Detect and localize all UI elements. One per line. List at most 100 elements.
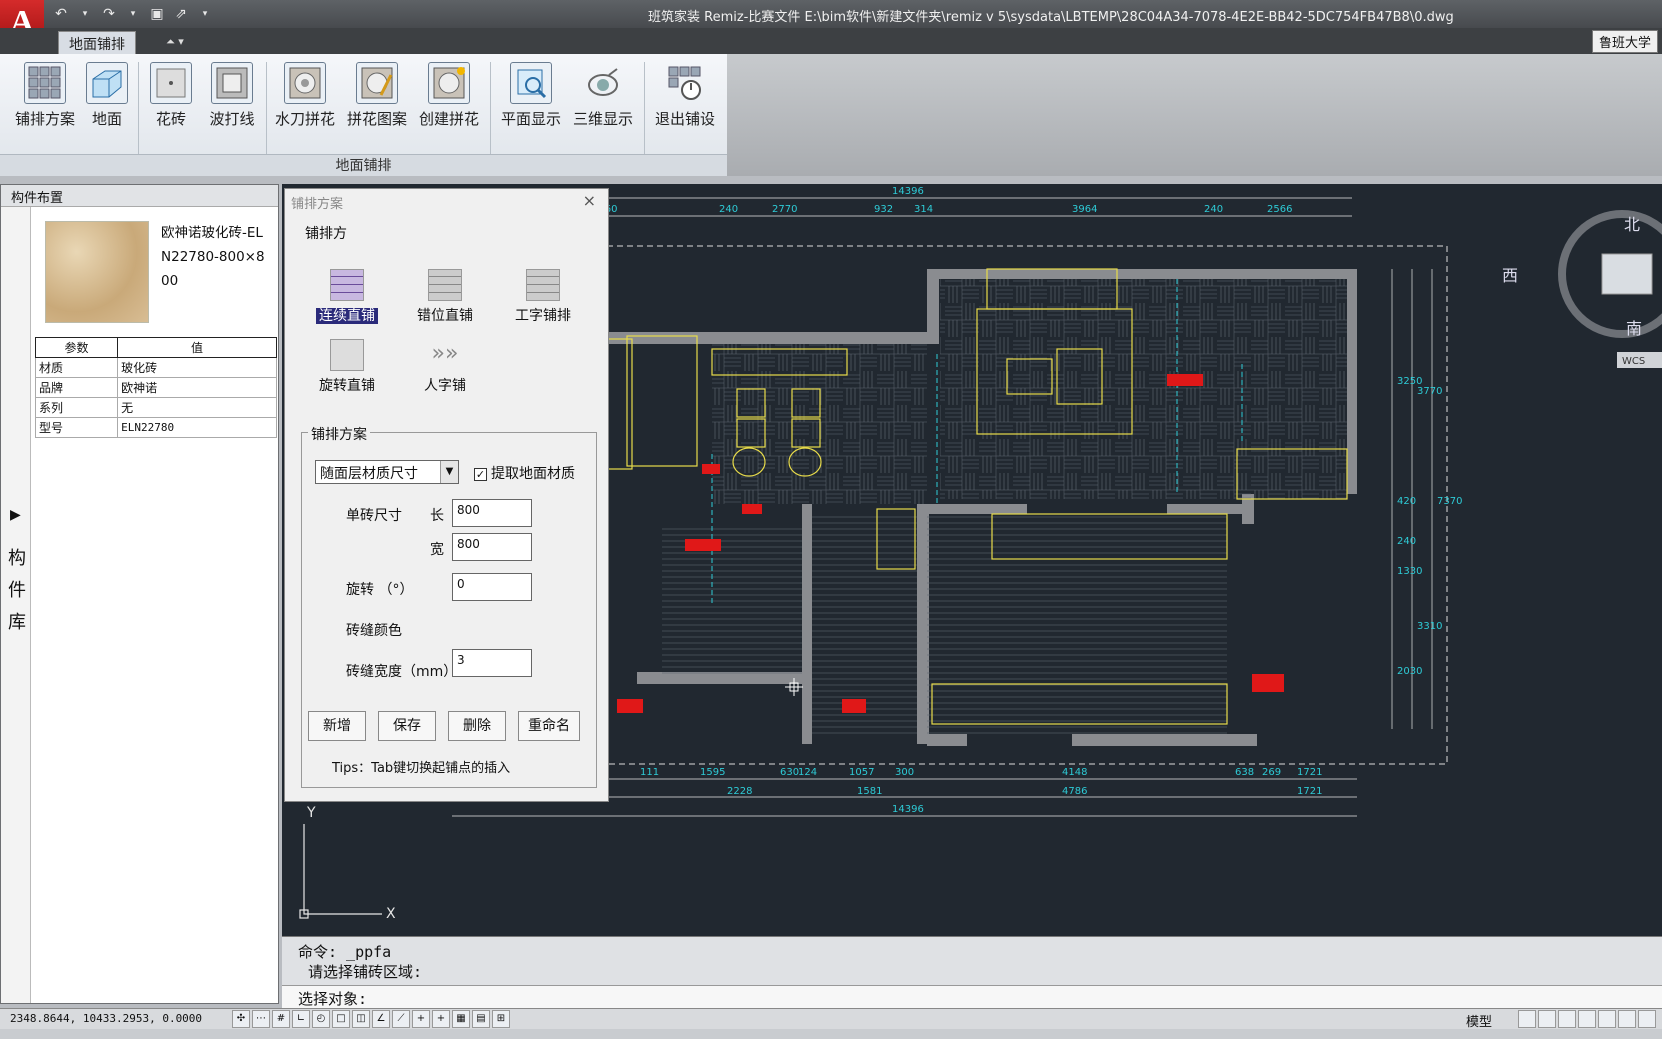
grid-toggle-icon[interactable]: # <box>272 1010 290 1028</box>
ribbon-separator <box>644 62 645 154</box>
model-space-button[interactable]: 模型 <box>1466 1011 1492 1030</box>
new-button[interactable]: 新增 <box>308 711 366 741</box>
command-input[interactable]: 选择对象: <box>282 985 1662 1009</box>
quickview-icon[interactable] <box>1558 1010 1576 1028</box>
close-icon[interactable]: × <box>583 191 596 210</box>
delete-button[interactable]: 删除 <box>448 711 506 741</box>
cell[interactable]: 欧神诺 <box>117 377 277 398</box>
plot-icon[interactable]: ▣ <box>148 4 166 24</box>
ribbon-button-waterjet[interactable]: 水刀拼花 <box>272 62 338 129</box>
cell[interactable]: 玻化砖 <box>117 357 277 378</box>
transparency-icon[interactable]: ▦ <box>452 1010 470 1028</box>
dyn-icon[interactable]: + <box>412 1010 430 1028</box>
workspace-dropdown-icon[interactable]: ⏶ ▾ <box>166 35 200 49</box>
tile-icon <box>150 62 192 104</box>
scheme-continuous[interactable]: 连续直铺 <box>315 269 379 325</box>
ribbon-button-plan-view[interactable]: 平面显示 <box>498 62 564 129</box>
extract-material-checkbox[interactable]: ✓ 提取地面材质 <box>474 463 575 483</box>
undo-icon[interactable]: ↶ <box>52 4 70 24</box>
offset-tile-icon <box>428 269 462 301</box>
joint-width-input[interactable]: 3 <box>452 649 532 677</box>
annotation-scale-icon[interactable] <box>1618 1010 1636 1028</box>
ribbon-button-3d-view[interactable]: 三维显示 <box>570 62 636 129</box>
lineweight-icon[interactable]: + <box>432 1010 450 1028</box>
ribbon-panel: 铺排方案 地面 花砖 波打线 水刀拼花 拼花图案 创建拼花 平面显示 三维显示 … <box>0 54 727 176</box>
ducs-icon[interactable]: ⟋ <box>392 1010 410 1028</box>
svg-text:111: 111 <box>640 767 659 778</box>
snap-icon[interactable]: ⋯ <box>252 1010 270 1028</box>
coordinate-readout[interactable]: 2348.8644, 10433.2953, 0.0000 <box>10 1012 202 1025</box>
pan-icon[interactable] <box>1578 1010 1596 1028</box>
ribbon-button-decor-tile[interactable]: 花砖 <box>146 62 196 129</box>
osnap-icon[interactable]: □ <box>332 1010 350 1028</box>
qp-icon[interactable]: ▤ <box>472 1010 490 1028</box>
share-icon[interactable]: ⇗ <box>172 4 190 24</box>
scheme-label: 错位直铺 <box>417 308 473 324</box>
table-row[interactable]: 型号 ELN22780 <box>34 417 277 438</box>
cell[interactable]: ELN22780 <box>117 417 277 438</box>
ribbon-button-create-pattern[interactable]: 创建拼花 <box>416 62 482 129</box>
scheme-herringbone[interactable]: »» 人字铺 <box>413 339 477 395</box>
ribbon-button-layout-scheme[interactable]: 铺排方案 <box>10 62 80 129</box>
component-library-tab[interactable]: ▶ 构件库 <box>1 207 31 1003</box>
dialog-subtitle: 铺排方 <box>305 226 347 242</box>
svg-text:14396: 14396 <box>892 186 924 197</box>
svg-text:1330: 1330 <box>1397 566 1422 577</box>
undo-dropdown-icon[interactable]: ▾ <box>76 4 94 24</box>
grid-icon <box>24 62 66 104</box>
compass-south[interactable]: 南 <box>1626 319 1642 338</box>
qat-dropdown-icon[interactable]: ▾ <box>196 4 214 24</box>
ribbon-button-label: 创建拼花 <box>418 110 479 128</box>
status-bar: 2348.8644, 10433.2953, 0.0000 ✣ ⋯ # ∟ ◴ … <box>0 1008 1662 1030</box>
viewcube-compass[interactable] <box>1558 210 1662 338</box>
herringbone-icon: »» <box>431 341 459 366</box>
rename-button[interactable]: 重命名 <box>518 711 580 741</box>
property-table: 参数值 材质 玻化砖 品牌 欧神诺 系列无 型号 ELN22780 <box>34 337 277 438</box>
ribbon-button-border-line[interactable]: 波打线 <box>204 62 260 129</box>
width-input[interactable]: 800 <box>452 533 532 561</box>
checkbox-checked-icon[interactable]: ✓ <box>474 467 487 481</box>
user-button[interactable]: 鲁班大学 <box>1591 30 1658 53</box>
border-icon <box>211 62 253 104</box>
compass-north[interactable]: 北 <box>1624 215 1640 234</box>
table-row[interactable]: 系列无 <box>34 397 277 418</box>
3dosnap-icon[interactable]: ◫ <box>352 1010 370 1028</box>
model-tab-icon[interactable] <box>1518 1010 1536 1028</box>
ribbon-tab-bar: 地面铺排 ⏶ ▾ 鲁班大学 <box>0 28 1662 56</box>
redo-dropdown-icon[interactable]: ▾ <box>124 4 142 24</box>
ribbon-button-exit-tiling[interactable]: 退出铺设 <box>650 62 720 129</box>
scheme-rotate[interactable]: 旋转直铺 <box>315 339 379 395</box>
sc-icon[interactable]: ⊞ <box>492 1010 510 1028</box>
length-input[interactable]: 800 <box>452 499 532 527</box>
rotate-input[interactable]: 0 <box>452 573 532 601</box>
otrack-icon[interactable]: ∠ <box>372 1010 390 1028</box>
workspace-icon[interactable] <box>1638 1010 1656 1028</box>
scheme-running-bond[interactable]: 工字铺排 <box>511 269 575 325</box>
size-source-select[interactable]: 随面层材质尺寸 ▼ <box>315 460 459 484</box>
chevron-down-icon[interactable]: ▼ <box>440 461 458 483</box>
infer-icon[interactable]: ✣ <box>232 1010 250 1028</box>
expand-arrow-icon[interactable]: ▶ <box>10 507 21 523</box>
cell[interactable]: 无 <box>117 397 277 418</box>
redo-icon[interactable]: ↷ <box>100 4 118 24</box>
scheme-offset[interactable]: 错位直铺 <box>413 269 477 325</box>
ribbon-button-pattern[interactable]: 拼花图案 <box>344 62 410 129</box>
layout-tab-icon[interactable] <box>1538 1010 1556 1028</box>
tile-thumbnail[interactable] <box>45 221 149 323</box>
zoom-icon[interactable] <box>1598 1010 1616 1028</box>
compass-west[interactable]: 西 <box>1502 266 1518 285</box>
save-button[interactable]: 保存 <box>378 711 436 741</box>
svg-text:638: 638 <box>1235 767 1254 778</box>
ortho-icon[interactable]: ∟ <box>292 1010 310 1028</box>
scheme-label: 工字铺排 <box>515 308 571 324</box>
table-row[interactable]: 材质 玻化砖 <box>34 357 277 378</box>
svg-text:1721: 1721 <box>1297 767 1322 778</box>
polar-icon[interactable]: ◴ <box>312 1010 330 1028</box>
ribbon-empty-area <box>727 54 1662 176</box>
tab-floor-tiling[interactable]: 地面铺排 <box>58 31 136 56</box>
wcs-label[interactable]: WCS <box>1622 356 1645 367</box>
svg-text:300: 300 <box>895 767 914 778</box>
table-row[interactable]: 品牌 欧神诺 <box>34 377 277 398</box>
ribbon-button-floor[interactable]: 地面 <box>82 62 132 129</box>
3d-view-icon <box>582 62 624 104</box>
